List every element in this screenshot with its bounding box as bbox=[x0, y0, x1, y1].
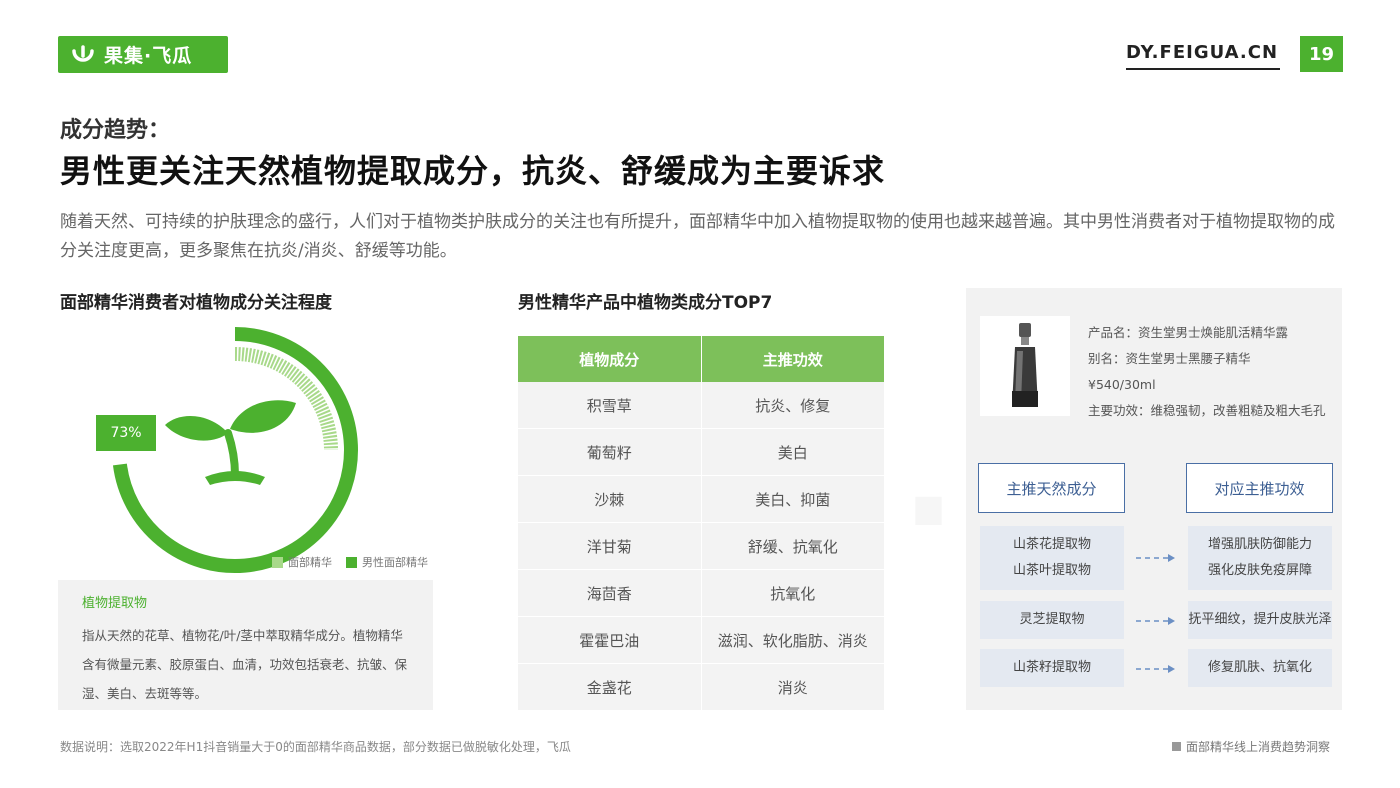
data-footnote: 数据说明：选取2022年H1抖音销量大于0的面部精华商品数据，部分数据已做脱敏化… bbox=[60, 740, 571, 754]
product-info: 产品名：资生堂男士焕能肌活精华露 别名：资生堂男士黑腰子精华 ¥540/30ml… bbox=[1088, 320, 1326, 424]
ingredient-cell: 灵芝提取物 bbox=[980, 601, 1124, 639]
column-header-ingredient: 主推天然成分 bbox=[978, 463, 1125, 513]
table-cell: 舒缓、抗氧化 bbox=[747, 537, 838, 556]
definition-box: 植物提取物 指从天然的花草、植物花/叶/茎中萃取精华成分。植物精华含有微量元素、… bbox=[58, 580, 433, 710]
definition-title: 植物提取物 bbox=[82, 596, 148, 611]
report-name: 面部精华线上消费趋势洞察 bbox=[1172, 738, 1330, 755]
product-alias: 别名：资生堂男士黑腰子精华 bbox=[1088, 351, 1251, 366]
legend-label: 男性面部精华 bbox=[362, 556, 428, 569]
logo-text: 果集·飞瓜 bbox=[104, 45, 193, 67]
serum-bottle-icon bbox=[1012, 323, 1038, 407]
table-cell: 滋润、软化脂肪、消炎 bbox=[717, 631, 868, 650]
table-header: 植物成分 主推功效 bbox=[518, 336, 884, 382]
table-cell: 抗氧化 bbox=[770, 584, 816, 603]
table-cell: 金盏花 bbox=[518, 664, 702, 710]
product-effect: 主要功效：维稳强韧，改善粗糙及粗大毛孔 bbox=[1088, 403, 1326, 418]
table-row: 沙棘 美白、抑菌 bbox=[518, 476, 884, 523]
table-cell: 消炎 bbox=[777, 678, 808, 697]
legend-item-face-serum: 面部精华 bbox=[272, 554, 332, 570]
legend-swatch bbox=[346, 556, 357, 568]
product-image bbox=[980, 316, 1070, 416]
table-header-cell: 植物成分 bbox=[518, 336, 702, 382]
page-title: 男性更关注天然植物提取成分，抗炎、舒缓成为主要诉求 bbox=[60, 152, 886, 190]
table-row: 积雪草 抗炎、修复 bbox=[518, 382, 884, 429]
ingredient-cell: 山茶籽提取物 bbox=[980, 649, 1124, 687]
ingredient-label: 山茶花提取物 bbox=[1012, 537, 1091, 552]
table-cell: 海茴香 bbox=[518, 570, 702, 616]
table-row: 洋甘菊 舒缓、抗氧化 bbox=[518, 523, 884, 570]
site-url: DY.FEIGUA.CN bbox=[1126, 42, 1279, 63]
effect-cell: 修复肌肤、抗氧化 bbox=[1188, 649, 1332, 687]
legend-item-male-face-serum: 男性面部精华 bbox=[346, 554, 428, 570]
brand-logo: 果集·飞瓜 bbox=[58, 36, 228, 73]
ingredient-label: 灵芝提取物 bbox=[1019, 612, 1085, 627]
product-panel: 产品名：资生堂男士焕能肌活精华露 别名：资生堂男士黑腰子精华 ¥540/30ml… bbox=[966, 288, 1342, 710]
effect-label: 抚平细纹，提升皮肤光泽 bbox=[1188, 612, 1332, 627]
site-underline bbox=[1126, 68, 1280, 70]
effect-label: 增强肌肤防御能力 bbox=[1207, 537, 1312, 552]
table-cell: 洋甘菊 bbox=[518, 523, 702, 569]
arrow-right-icon bbox=[1136, 554, 1175, 562]
column-header-effect: 对应主推功效 bbox=[1186, 463, 1333, 513]
intro-paragraph: 随着天然、可持续的护肤理念的盛行，人们对于植物类护肤成分的关注也有所提升，面部精… bbox=[60, 212, 1335, 261]
definition-text: 指从天然的花草、植物花/叶/茎中萃取精华成分。植物精华含有微量元素、胶原蛋白、血… bbox=[82, 628, 408, 701]
ingredient-table: 植物成分 主推功效 积雪草 抗炎、修复 葡萄籽 美白 沙棘 美白、抑菌 洋甘菊 舒缓、抗… bbox=[518, 336, 884, 711]
table-cell: 抗炎、修复 bbox=[755, 396, 831, 415]
legend-swatch bbox=[272, 556, 283, 568]
table-row: 海茴香 抗氧化 bbox=[518, 570, 884, 617]
product-price: ¥540/30ml bbox=[1088, 377, 1156, 392]
product-name: 产品名：资生堂男士焕能肌活精华露 bbox=[1088, 325, 1289, 340]
table-header-cell: 主推功效 bbox=[762, 350, 823, 369]
effect-cell: 抚平细纹，提升皮肤光泽 bbox=[1188, 601, 1332, 639]
page-number: 19 bbox=[1300, 36, 1343, 72]
section-eyebrow: 成分趋势： bbox=[60, 118, 171, 143]
table-cell: 积雪草 bbox=[518, 382, 702, 428]
brand-mark-icon bbox=[72, 44, 94, 62]
table-row: 葡萄籽 美白 bbox=[518, 429, 884, 476]
table-row: 金盏花 消炎 bbox=[518, 664, 884, 711]
square-bullet-icon bbox=[1172, 742, 1181, 751]
arrow-right-icon bbox=[1136, 617, 1175, 625]
effect-label: 强化皮肤免疫屏障 bbox=[1207, 563, 1312, 578]
sprout-icon bbox=[165, 400, 296, 485]
ingredient-cell: 山茶花提取物 山茶叶提取物 bbox=[980, 526, 1124, 590]
table-cell: 美白 bbox=[777, 443, 808, 462]
percent-label: 73% bbox=[96, 415, 156, 451]
table-row: 霍霍巴油 滋润、软化脂肪、消炎 bbox=[518, 617, 884, 664]
table-cell: 葡萄籽 bbox=[518, 429, 702, 475]
effect-cell: 增强肌肤防御能力 强化皮肤免疫屏障 bbox=[1188, 526, 1332, 590]
chart-title: 面部精华消费者对植物成分关注程度 bbox=[60, 293, 332, 313]
report-label: 面部精华线上消费趋势洞察 bbox=[1186, 740, 1331, 754]
arrow-right-icon bbox=[1136, 665, 1175, 673]
effect-label: 修复肌肤、抗氧化 bbox=[1207, 660, 1312, 675]
table-cell: 沙棘 bbox=[518, 476, 702, 522]
ingredient-label: 山茶籽提取物 bbox=[1012, 660, 1091, 675]
ingredient-label: 山茶叶提取物 bbox=[1012, 563, 1091, 578]
chart-legend: 面部精华 男性面部精华 bbox=[272, 554, 442, 570]
table-title: 男性精华产品中植物类成分TOP7 bbox=[518, 293, 773, 313]
legend-label: 面部精华 bbox=[288, 556, 332, 569]
table-cell: 霍霍巴油 bbox=[518, 617, 702, 663]
table-cell: 美白、抑菌 bbox=[755, 490, 831, 509]
